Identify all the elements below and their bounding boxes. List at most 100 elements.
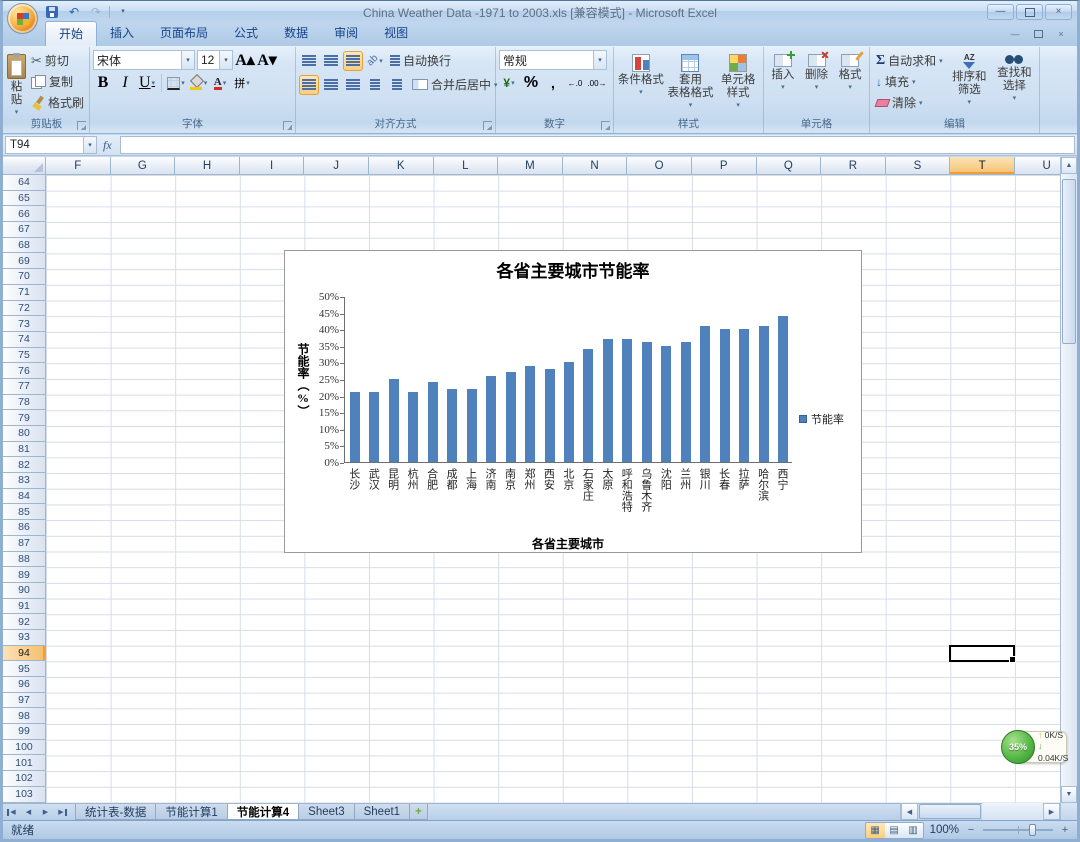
vertical-scrollbar[interactable]: ▲ ▼ bbox=[1060, 157, 1077, 803]
first-sheet-button[interactable]: ◀ bbox=[3, 804, 20, 820]
formula-input[interactable] bbox=[120, 136, 1075, 154]
undo-button[interactable]: ↶ bbox=[65, 4, 83, 20]
align-center-button[interactable] bbox=[321, 75, 341, 95]
decrease-decimal-button[interactable]: .00→ bbox=[587, 73, 607, 93]
row-header-100[interactable]: 100 bbox=[3, 740, 45, 756]
dialog-launcher-icon[interactable] bbox=[483, 121, 492, 130]
underline-button[interactable]: U▾ bbox=[137, 73, 157, 93]
ribbon-tab-3[interactable]: 公式 bbox=[221, 21, 271, 46]
dialog-launcher-icon[interactable] bbox=[283, 121, 292, 130]
align-bottom-button[interactable] bbox=[343, 51, 363, 71]
normal-view-button[interactable]: ▦ bbox=[866, 823, 885, 838]
zoom-level[interactable]: 100% bbox=[930, 824, 959, 836]
sheet-tab-3[interactable]: Sheet3 bbox=[298, 804, 354, 820]
find-select-button[interactable]: 查找和选择 ▾ bbox=[993, 50, 1036, 118]
column-header-O[interactable]: O bbox=[627, 157, 692, 174]
redo-button[interactable]: ↷ bbox=[87, 4, 105, 20]
ribbon-tab-6[interactable]: 视图 bbox=[371, 21, 421, 46]
row-header-88[interactable]: 88 bbox=[3, 552, 45, 568]
ribbon-tab-5[interactable]: 审阅 bbox=[321, 21, 371, 46]
row-header-96[interactable]: 96 bbox=[3, 677, 45, 693]
autosum-button[interactable]: Σ自动求和▾ bbox=[873, 50, 946, 71]
row-header-66[interactable]: 66 bbox=[3, 206, 45, 222]
horizontal-scroll-thumb[interactable] bbox=[919, 804, 981, 819]
ribbon-tab-2[interactable]: 页面布局 bbox=[147, 21, 221, 46]
close-button[interactable]: × bbox=[1045, 4, 1072, 20]
dialog-launcher-icon[interactable] bbox=[601, 121, 610, 130]
column-header-Q[interactable]: Q bbox=[757, 157, 822, 174]
align-right-button[interactable] bbox=[343, 75, 363, 95]
insert-cells-button[interactable]: 插入 ▾ bbox=[767, 50, 799, 118]
office-button[interactable] bbox=[7, 3, 38, 34]
row-header-80[interactable]: 80 bbox=[3, 426, 45, 442]
delete-cells-button[interactable]: 删除 ▾ bbox=[801, 50, 833, 118]
save-button[interactable] bbox=[43, 4, 61, 20]
zoom-out-button[interactable]: − bbox=[965, 824, 977, 836]
decrease-indent-button[interactable] bbox=[365, 75, 385, 95]
sheet-tab-1[interactable]: 节能计算1 bbox=[155, 804, 227, 820]
cells-area[interactable]: 各省主要城市节能率 节能率（%） 0%5%10%15%20%25%30%35%4… bbox=[46, 175, 1060, 803]
prev-sheet-button[interactable]: ◀ bbox=[20, 804, 37, 820]
row-header-102[interactable]: 102 bbox=[3, 771, 45, 787]
row-header-67[interactable]: 67 bbox=[3, 222, 45, 238]
minimize-button[interactable]: — bbox=[987, 4, 1014, 20]
row-header-92[interactable]: 92 bbox=[3, 614, 45, 630]
column-header-K[interactable]: K bbox=[369, 157, 434, 174]
column-header-L[interactable]: L bbox=[434, 157, 499, 174]
restore-button[interactable] bbox=[1016, 4, 1043, 20]
workbook-restore-button[interactable] bbox=[1028, 27, 1048, 41]
align-left-button[interactable] bbox=[299, 75, 319, 95]
conditional-formatting-button[interactable]: 条件格式 ▾ bbox=[617, 50, 665, 118]
row-header-72[interactable]: 72 bbox=[3, 301, 45, 317]
customize-qat-button[interactable]: ▾ bbox=[114, 4, 132, 20]
sheet-tab-2[interactable]: 节能计算4 bbox=[227, 804, 299, 820]
align-top-button[interactable] bbox=[299, 51, 319, 71]
column-header-I[interactable]: I bbox=[240, 157, 305, 174]
row-header-99[interactable]: 99 bbox=[3, 724, 45, 740]
phonetic-button[interactable]: 拼▾ bbox=[232, 73, 252, 93]
horizontal-scrollbar[interactable]: ◀ ▶ bbox=[900, 803, 1060, 820]
insert-worksheet-tab[interactable]: + bbox=[409, 804, 428, 820]
row-header-101[interactable]: 101 bbox=[3, 755, 45, 771]
page-break-view-button[interactable]: ▥ bbox=[904, 823, 923, 838]
row-header-64[interactable]: 64 bbox=[3, 175, 45, 191]
workbook-minimize-button[interactable]: — bbox=[1005, 27, 1025, 41]
row-header-93[interactable]: 93 bbox=[3, 630, 45, 646]
column-header-J[interactable]: J bbox=[304, 157, 369, 174]
row-header-90[interactable]: 90 bbox=[3, 583, 45, 599]
scroll-up-arrow[interactable]: ▲ bbox=[1061, 157, 1077, 174]
row-header-94[interactable]: 94 bbox=[3, 646, 45, 662]
fill-color-button[interactable]: ▾ bbox=[188, 73, 208, 93]
sheet-tab-4[interactable]: Sheet1 bbox=[354, 804, 410, 820]
workbook-close-button[interactable]: × bbox=[1051, 27, 1071, 41]
column-header-R[interactable]: R bbox=[821, 157, 886, 174]
comma-style-button[interactable]: , bbox=[543, 73, 563, 93]
zoom-in-button[interactable]: + bbox=[1059, 824, 1071, 836]
ribbon-tab-4[interactable]: 数据 bbox=[271, 21, 321, 46]
row-header-77[interactable]: 77 bbox=[3, 379, 45, 395]
column-header-H[interactable]: H bbox=[175, 157, 240, 174]
net-percent-badge[interactable]: 35% bbox=[1001, 730, 1035, 764]
net-speed-overlay[interactable]: ↑ 0K/S ↓ 0.04K/S 35% bbox=[1001, 728, 1067, 766]
column-header-F[interactable]: F bbox=[46, 157, 111, 174]
column-header-S[interactable]: S bbox=[886, 157, 951, 174]
borders-button[interactable]: ▾ bbox=[166, 73, 186, 93]
merge-center-button[interactable]: 合并后居中▾ bbox=[409, 74, 501, 95]
sort-filter-button[interactable]: AZ 排序和筛选 ▾ bbox=[948, 50, 991, 118]
row-header-95[interactable]: 95 bbox=[3, 661, 45, 677]
column-header-M[interactable]: M bbox=[498, 157, 563, 174]
ribbon-tab-0[interactable]: 开始 bbox=[45, 21, 97, 46]
zoom-slider[interactable] bbox=[983, 829, 1053, 831]
number-format-combo[interactable]: 常规 ▾ bbox=[499, 50, 607, 70]
cell-styles-button[interactable]: 单元格样式 ▾ bbox=[716, 50, 760, 118]
italic-button[interactable]: I bbox=[115, 73, 135, 93]
font-color-button[interactable]: A▾ bbox=[210, 73, 230, 93]
row-header-68[interactable]: 68 bbox=[3, 238, 45, 254]
row-header-71[interactable]: 71 bbox=[3, 285, 45, 301]
row-header-82[interactable]: 82 bbox=[3, 457, 45, 473]
scroll-left-arrow[interactable]: ◀ bbox=[901, 803, 918, 820]
font-name-combo[interactable]: 宋体 ▾ bbox=[93, 50, 195, 70]
vertical-scroll-thumb[interactable] bbox=[1062, 179, 1076, 344]
row-header-97[interactable]: 97 bbox=[3, 693, 45, 709]
format-painter-button[interactable]: 格式刷 bbox=[28, 92, 87, 113]
